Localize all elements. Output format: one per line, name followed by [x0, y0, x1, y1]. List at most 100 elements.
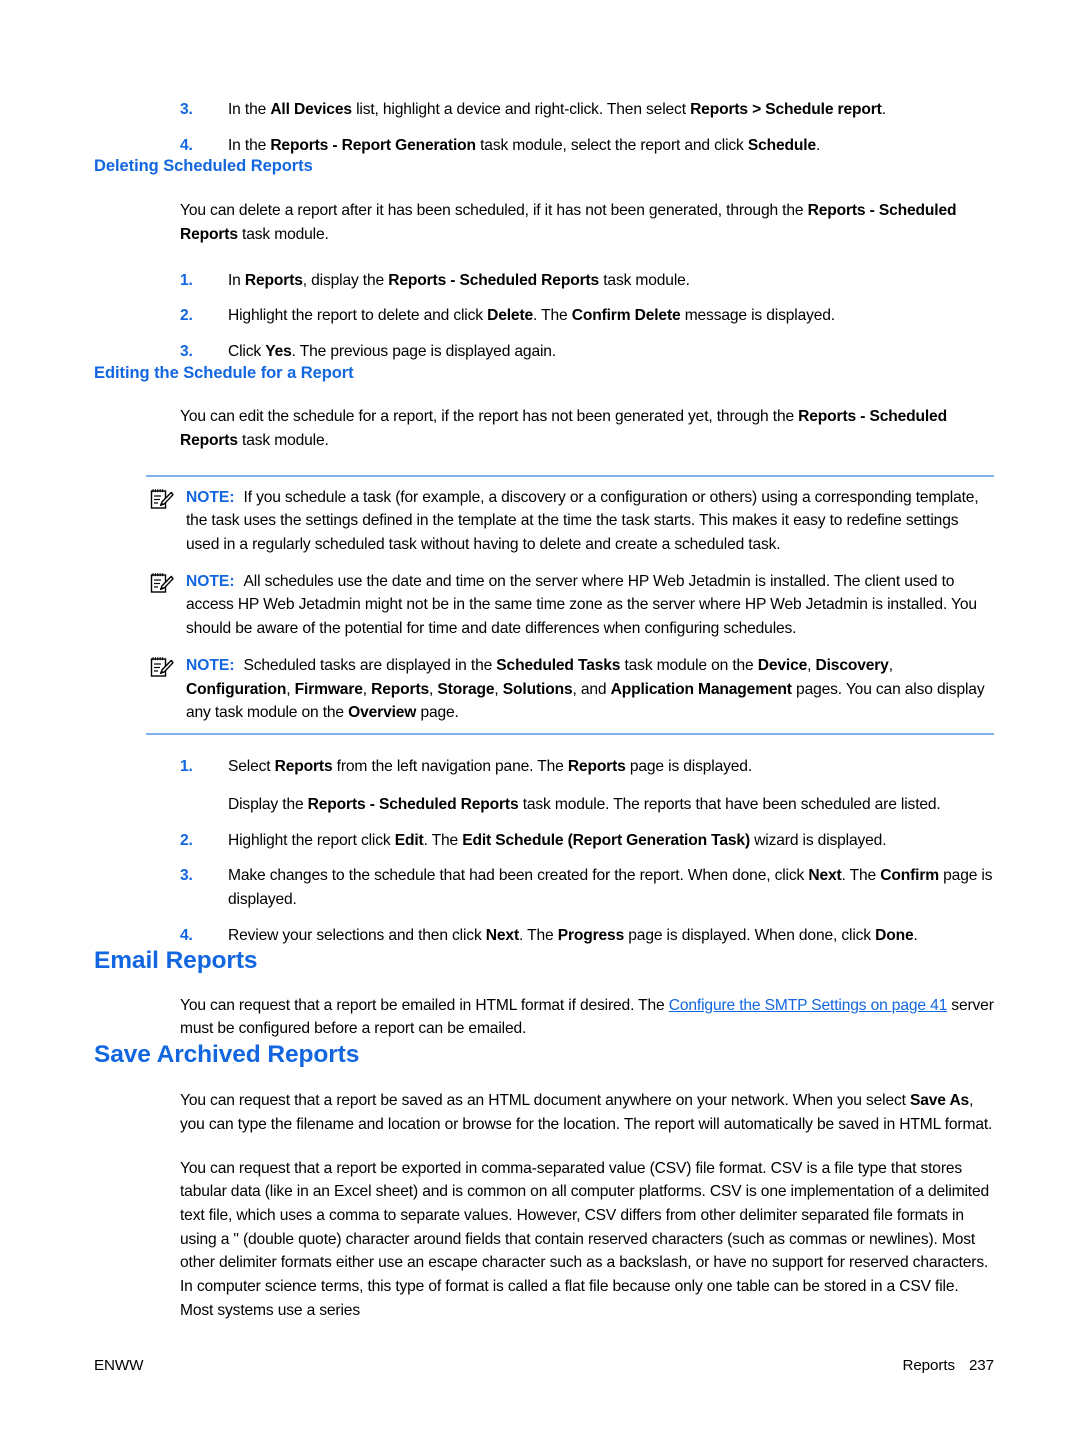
body-text: , display the — [302, 271, 389, 289]
body-text: task module. — [599, 271, 690, 289]
list-text: In the All Devices list, highlight a dev… — [228, 101, 886, 118]
emphasis-text: Reports — [274, 758, 333, 776]
paragraph-email-reports: You can request that a report be emailed… — [180, 994, 994, 1041]
body-text: Scheduled tasks are displayed in the — [243, 657, 497, 675]
body-text: . The — [841, 867, 881, 885]
body-text: , — [286, 680, 295, 698]
body-text: In the — [228, 136, 271, 154]
body-text: Highlight the report click — [228, 831, 395, 849]
body-text: list, highlight a device and right-click… — [351, 101, 691, 118]
emphasis-text: Done — [875, 926, 914, 944]
paragraph-save-as: You can request that a report be saved a… — [180, 1089, 994, 1136]
list-number: 1. — [180, 758, 193, 776]
heading-editing-the-schedule-for-a-report: Editing the Schedule for a Report — [94, 363, 354, 382]
body-text: Display the — [228, 795, 308, 813]
emphasis-text: Reports — [244, 271, 303, 289]
emphasis-text: Reports - Report Generation — [270, 136, 476, 154]
body-text: . — [881, 101, 886, 118]
note-label: NOTE: — [186, 657, 235, 675]
list-item: 4. In the Reports - Report Generation ta… — [180, 134, 994, 158]
note-label: NOTE: — [186, 488, 235, 506]
note-text: Scheduled tasks are displayed in the Sch… — [186, 657, 985, 721]
note-server-time-zone: NOTE: All schedules use the date and time… — [146, 570, 994, 640]
body-text: task module. The reports that have been … — [518, 795, 941, 813]
emphasis-text: Edit — [394, 831, 424, 849]
emphasis-text: Next — [808, 867, 842, 885]
footer-section-label: Reports — [902, 1357, 955, 1374]
body-text: Select — [228, 758, 275, 776]
emphasis-text: Progress — [557, 926, 625, 944]
emphasis-text: Scheduled Tasks — [496, 657, 621, 675]
emphasis-text: All Devices — [270, 101, 352, 118]
body-text: , — [494, 680, 503, 698]
list-number: 3. — [180, 342, 193, 360]
body-text: . The — [533, 307, 572, 325]
body-text: , — [807, 657, 816, 675]
emphasis-text: Discovery — [815, 657, 889, 675]
emphasis-text: Reports — [567, 758, 626, 776]
list-text: Review your selections and then click Ne… — [228, 927, 918, 944]
list-item: 4. Review your selections and then click… — [180, 924, 994, 948]
body-text: from the left navigation pane. The — [332, 758, 568, 776]
body-text: task module, select the report and click — [475, 136, 748, 154]
footer-page-number: 237 — [968, 1357, 994, 1374]
note-pad-pencil-icon — [150, 488, 174, 509]
list-item: 2. Highlight the report click Edit. The … — [180, 829, 994, 853]
list-text: In Reports, display the Reports - Schedu… — [228, 272, 690, 289]
list-text: In the Reports - Report Generation task … — [228, 137, 820, 154]
paragraph-csv-export: You can request that a report be exporte… — [180, 1157, 994, 1323]
body-text: Review your selections and then click — [228, 926, 486, 944]
body-text: , and — [572, 680, 611, 698]
paragraph-deleting-intro: You can delete a report after it has bee… — [180, 199, 994, 246]
emphasis-text: Firmware — [294, 680, 363, 698]
list-item-subtext: Display the Reports - Scheduled Reports … — [228, 793, 994, 817]
list-item: 1. In Reports, display the Reports - Sch… — [180, 269, 994, 293]
body-text: You can request that a report be saved a… — [180, 1092, 911, 1110]
body-text: task module. — [237, 432, 329, 450]
page-footer: ENWW Reports 237 — [94, 1357, 994, 1379]
list-text: Make changes to the schedule that had be… — [228, 867, 993, 908]
body-text: task module. — [237, 225, 329, 243]
emphasis-text: Reports — [371, 680, 430, 698]
body-text: . The previous page is displayed again. — [291, 342, 556, 360]
emphasis-text: Confirm Delete — [571, 307, 681, 325]
emphasis-text: Solutions — [502, 680, 573, 698]
body-text: You can request that a report be exporte… — [180, 1159, 990, 1319]
body-text: message is displayed. — [680, 307, 835, 325]
heading-email-reports: Email Reports — [94, 947, 258, 975]
emphasis-text: Application Management — [610, 680, 792, 698]
body-text: task module on the — [620, 657, 758, 675]
body-text: wizard is displayed. — [750, 831, 887, 849]
body-text: page is displayed. When done, click — [624, 926, 876, 944]
emphasis-text: Confirm — [880, 867, 939, 885]
note-label: NOTE: — [186, 572, 235, 590]
steps-list-editing: 1. Select Reports from the left navigati… — [94, 755, 994, 947]
emphasis-text: Overview — [348, 703, 417, 721]
note-scheduled-tasks-modules: NOTE: Scheduled tasks are displayed in th… — [146, 654, 994, 724]
steps-list-deleting: 1. In Reports, display the Reports - Sch… — [94, 269, 994, 364]
body-text: You can delete a report after it has bee… — [180, 202, 808, 220]
emphasis-text: Reports - Scheduled Reports — [388, 271, 600, 289]
list-item: 3. Click Yes. The previous page is displ… — [180, 340, 994, 364]
list-number: 3. — [180, 101, 193, 118]
body-text: All schedules use the date and time on t… — [186, 572, 977, 637]
body-text: page is displayed. — [625, 758, 753, 776]
list-number: 4. — [180, 926, 193, 944]
body-text: You can request that a report be emailed… — [180, 996, 669, 1014]
emphasis-text: Edit Schedule (Report Generation Task) — [462, 831, 750, 849]
body-text: Make changes to the schedule that had be… — [228, 867, 809, 885]
page-content: 3. In the All Devices list, highlight a … — [94, 98, 994, 1322]
emphasis-text: Device — [757, 657, 808, 675]
cross-reference-link[interactable]: Configure the SMTP Settings on page 41 — [669, 997, 948, 1014]
body-text: . The — [423, 831, 463, 849]
emphasis-text: Reports > Schedule report — [690, 101, 882, 118]
body-text: Highlight the report to delete and click — [228, 307, 488, 325]
body-text: In — [228, 271, 245, 289]
document-page: 3. In the All Devices list, highlight a … — [0, 0, 1080, 1437]
emphasis-text: Reports - Scheduled Reports — [307, 795, 519, 813]
steps-list-top: 3. In the All Devices list, highlight a … — [94, 98, 994, 157]
emphasis-text: Save As — [910, 1092, 970, 1110]
heading-deleting-scheduled-reports: Deleting Scheduled Reports — [94, 157, 313, 176]
note-pad-pencil-icon — [150, 573, 174, 593]
body-text: page. — [416, 703, 459, 721]
